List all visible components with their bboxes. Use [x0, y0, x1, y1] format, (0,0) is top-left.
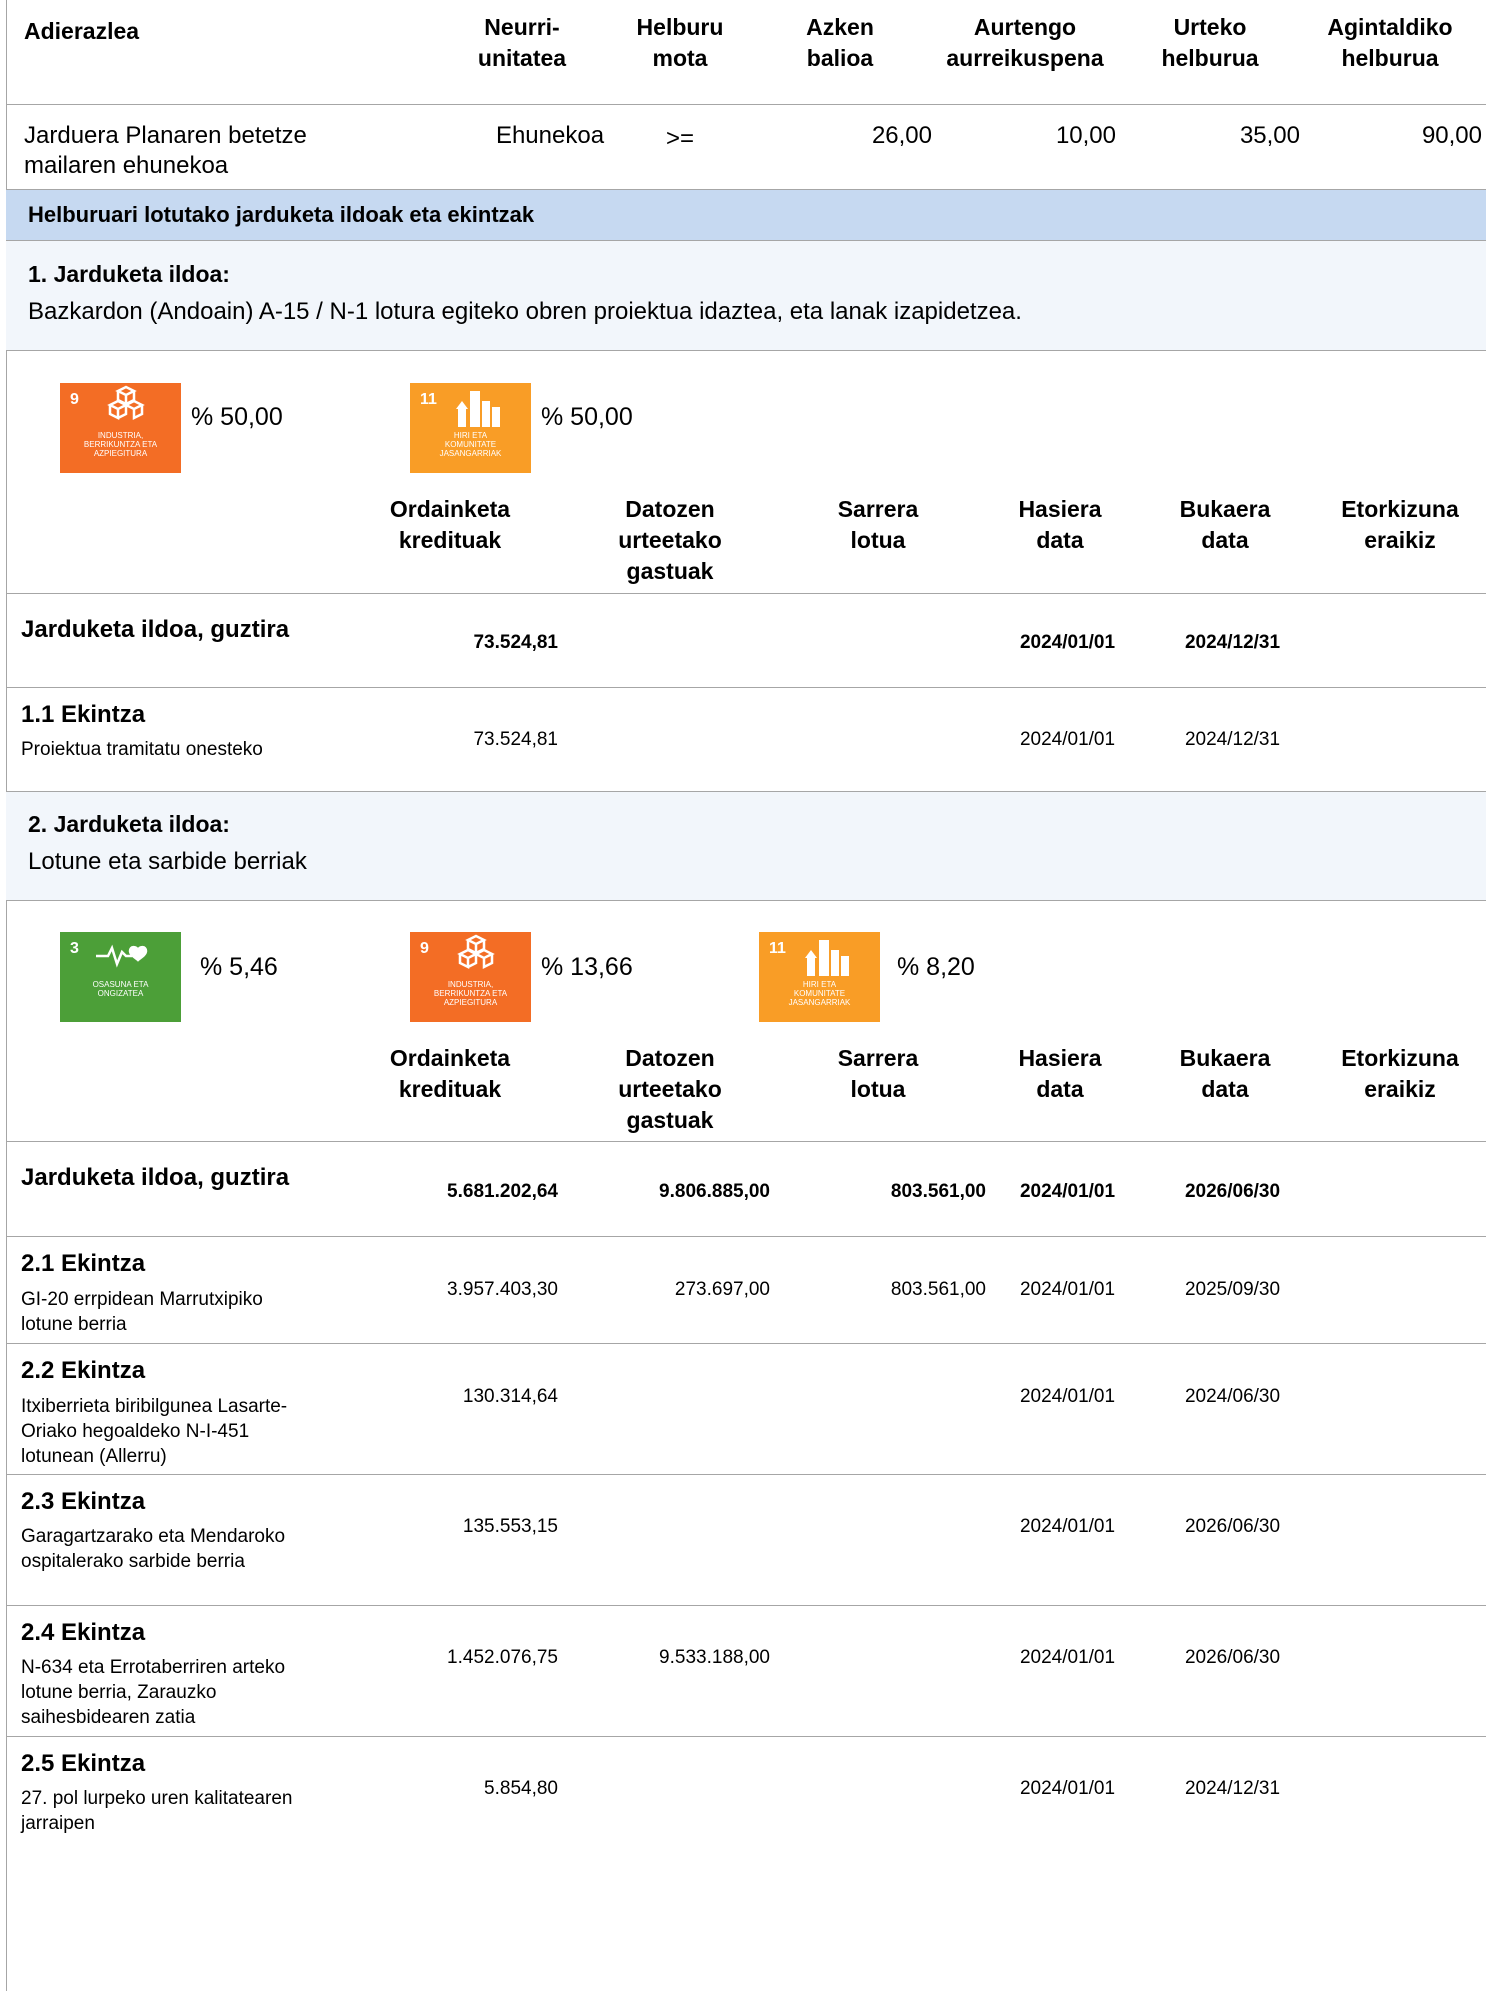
- action-bukaera: 2024/06/30: [1184, 1386, 1281, 1407]
- col-helburu-mota: Helburu mota: [636, 14, 724, 71]
- col-azken-balioa: Azken balioa: [806, 14, 874, 71]
- line2-total-ordainketa: 5.681.202,64: [447, 1181, 558, 1202]
- col-sarrera-lotua: Sarrera lotua: [837, 496, 919, 553]
- indicator-type: >=: [665, 125, 695, 152]
- action-title: 2.1 Ekintza: [21, 1250, 146, 1277]
- divider: [6, 1343, 1486, 1344]
- sdg-11-cities-icon: 11 HIRI ETA KOMUNITATE JASANGARRIAK: [759, 932, 880, 1022]
- divider: [6, 1141, 1486, 1142]
- line1-title: 1. Jarduketa ildoa:: [28, 261, 230, 287]
- action-hasiera: 2024/01/01: [1019, 1516, 1116, 1537]
- divider: [6, 1736, 1486, 1737]
- line2-total-bukaera: 2026/06/30: [1184, 1181, 1281, 1202]
- line2-total-label: Jarduketa ildoa, guztira: [21, 1164, 290, 1191]
- action-bukaera: 2024/12/31: [1184, 729, 1281, 750]
- action-ordainketa: 135.553,15: [462, 1516, 558, 1537]
- action-description: N-634 eta Errotaberriren arteko lotune b…: [21, 1657, 286, 1728]
- sdg-percent: % 5,46: [200, 953, 278, 981]
- col-agintaldiko-helburua: Agintaldiko helburua: [1327, 14, 1453, 71]
- col-adierazlea: Adierazlea: [24, 18, 140, 44]
- action-ordainketa: 130.314,64: [462, 1386, 558, 1407]
- action-description: 27. pol lurpeko uren kalitatearen jarrai…: [21, 1788, 293, 1834]
- action-ordainketa: 5.854,80: [484, 1778, 558, 1799]
- line1-total-hasiera: 2024/01/01: [1019, 632, 1116, 653]
- line1-description: Bazkardon (Andoain) A-15 / N-1 lotura eg…: [28, 298, 1022, 325]
- line2-header: [6, 791, 1486, 901]
- sdg-9-industry-icon: 9 INDUSTRIA, BERRIKUNTZA ETA AZPIEGITURA: [60, 383, 181, 473]
- line2-title: 2. Jarduketa ildoa:: [28, 811, 230, 837]
- col-sarrera-lotua: Sarrera lotua: [837, 1045, 919, 1102]
- action-datozen: 9.533.188,00: [659, 1647, 770, 1668]
- sdg-percent: % 13,66: [541, 953, 633, 981]
- col-aurtengo-aurreikuspena: Aurtengo aurreikuspena: [946, 14, 1104, 71]
- action-bukaera: 2025/09/30: [1184, 1279, 1281, 1300]
- sdg-11-cities-icon: 11 HIRI ETA KOMUNITATE JASANGARRIAK: [410, 383, 531, 473]
- action-ordainketa: 73.524,81: [473, 729, 558, 750]
- sdg-9-industry-icon: 9 INDUSTRIA, BERRIKUNTZA ETA AZPIEGITURA: [410, 932, 531, 1022]
- action-hasiera: 2024/01/01: [1019, 729, 1116, 750]
- action-title: 2.2 Ekintza: [21, 1357, 146, 1384]
- line1-total-ordainketa: 73.524,81: [473, 632, 558, 653]
- col-bukaera-data: Bukaera data: [1179, 1045, 1271, 1102]
- col-urteko-helburua: Urteko helburua: [1161, 14, 1259, 71]
- action-description: GI-20 errpidean Marrutxipiko lotune berr…: [21, 1289, 263, 1335]
- col-hasiera-data: Hasiera data: [1018, 496, 1102, 553]
- indicator-forecast: 10,00: [1055, 122, 1116, 149]
- action-hasiera: 2024/01/01: [1019, 1386, 1116, 1407]
- indicator-unit: Ehunekoa: [495, 122, 605, 149]
- action-title: 1.1 Ekintza: [21, 701, 146, 728]
- col-ordainketa-kredituak: Ordainketa kredituak: [389, 496, 511, 553]
- line2-total-hasiera: 2024/01/01: [1019, 1181, 1116, 1202]
- col-etorkizuna-eraikiz: Etorkizuna eraikiz: [1341, 496, 1459, 553]
- col-etorkizuna-eraikiz: Etorkizuna eraikiz: [1341, 1045, 1459, 1102]
- indicator-name: Jarduera Planaren betetze mailaren ehune…: [24, 122, 307, 179]
- sdg-percent: % 8,20: [897, 953, 975, 981]
- action-title: 2.4 Ekintza: [21, 1619, 146, 1646]
- action-bukaera: 2024/12/31: [1184, 1778, 1281, 1799]
- line1-total-label: Jarduketa ildoa, guztira: [21, 616, 290, 643]
- action-title: 2.3 Ekintza: [21, 1488, 146, 1515]
- divider: [6, 1474, 1486, 1475]
- action-bukaera: 2026/06/30: [1184, 1647, 1281, 1668]
- line2-total-sarrera: 803.561,00: [890, 1181, 986, 1202]
- sdg-percent: % 50,00: [191, 403, 283, 431]
- col-datozen-urteetako-gastuak: Datozen urteetako gastuak: [618, 1045, 722, 1133]
- divider: [6, 1236, 1486, 1237]
- indicator-term-goal: 90,00: [1421, 122, 1482, 149]
- line2-total-datozen: 9.806.885,00: [659, 1181, 770, 1202]
- action-description: Garagartzarako eta Mendaroko ospitalerak…: [21, 1526, 286, 1572]
- section-title: Helburuari lotutako jarduketa ildoak eta…: [28, 202, 535, 227]
- action-description: Proiektua tramitatu onesteko: [21, 739, 263, 760]
- line2-description: Lotune eta sarbide berriak: [28, 848, 307, 875]
- sdg-percent: % 50,00: [541, 403, 633, 431]
- divider: [6, 104, 1486, 105]
- action-sarrera: 803.561,00: [890, 1279, 986, 1300]
- line1-header: [6, 241, 1486, 351]
- col-neurri-unitatea: Neurri- unitatea: [477, 14, 567, 71]
- col-datozen-urteetako-gastuak: Datozen urteetako gastuak: [618, 496, 722, 584]
- sdg-3-health-icon: 3 OSASUNA ETA ONGIZATEA: [60, 932, 181, 1022]
- col-bukaera-data: Bukaera data: [1179, 496, 1271, 553]
- action-description: Itxiberrieta biribilgunea Lasarte- Oriak…: [21, 1396, 288, 1467]
- action-ordainketa: 3.957.403,30: [447, 1279, 558, 1300]
- divider: [6, 593, 1486, 594]
- divider: [6, 687, 1486, 688]
- col-ordainketa-kredituak: Ordainketa kredituak: [389, 1045, 511, 1102]
- action-bukaera: 2026/06/30: [1184, 1516, 1281, 1537]
- action-hasiera: 2024/01/01: [1019, 1647, 1116, 1668]
- line1-total-bukaera: 2024/12/31: [1184, 632, 1281, 653]
- indicator-last-value: 26,00: [871, 122, 932, 149]
- divider: [6, 1605, 1486, 1606]
- action-hasiera: 2024/01/01: [1019, 1778, 1116, 1799]
- indicator-annual-goal: 35,00: [1239, 122, 1300, 149]
- col-hasiera-data: Hasiera data: [1018, 1045, 1102, 1102]
- action-ordainketa: 1.452.076,75: [447, 1647, 558, 1668]
- action-datozen: 273.697,00: [674, 1279, 770, 1300]
- action-title: 2.5 Ekintza: [21, 1750, 146, 1777]
- action-hasiera: 2024/01/01: [1019, 1279, 1116, 1300]
